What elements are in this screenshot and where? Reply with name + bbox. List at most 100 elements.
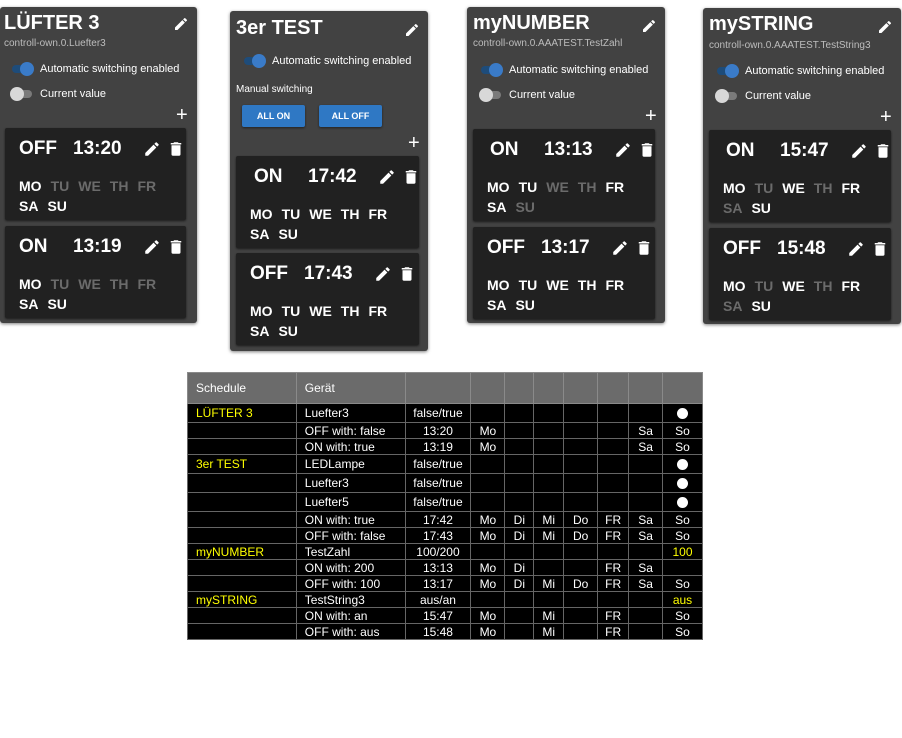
card-subtitle: controll-own.0.AAATEST.TestString3: [709, 40, 871, 51]
table-row: ON with: 200 13:13 Mo Di FR Sa: [187, 559, 703, 576]
status-dot-icon: [677, 478, 689, 490]
event-state: ON: [490, 139, 519, 160]
weekday-th: TH: [109, 276, 129, 292]
delete-trash-icon[interactable]: [871, 240, 889, 258]
weekdays: MO TU WE TH FR SA SU: [723, 178, 881, 218]
weekday-mo: MO: [723, 180, 746, 196]
current-value-toggle[interactable]: [479, 88, 503, 102]
weekday-sa: SA: [250, 226, 270, 242]
add-event-icon[interactable]: +: [176, 105, 188, 125]
auto-switching-row: Automatic switching enabled: [242, 54, 411, 68]
weekday-tu: TU: [50, 276, 70, 292]
event-time: 17:42: [308, 166, 357, 187]
event-card: ON 15:47 MO TU WE TH FR SA SU: [709, 130, 891, 222]
table-cell: [563, 492, 599, 512]
edit-pencil-icon[interactable]: [143, 140, 161, 158]
table-cell: [533, 559, 565, 576]
weekday-fr: FR: [137, 178, 157, 194]
table-cell: [563, 559, 599, 576]
edit-pencil-icon[interactable]: [378, 168, 396, 186]
table-cell: [504, 422, 535, 439]
weekday-tu: TU: [281, 303, 301, 319]
weekdays: MO TU WE TH FR SA SU: [723, 276, 881, 316]
edit-pencil-icon[interactable]: [611, 239, 629, 257]
weekday-mo: MO: [487, 277, 510, 293]
table-cell: Sa: [628, 559, 664, 576]
table-cell: [504, 623, 535, 640]
delete-trash-icon[interactable]: [167, 238, 185, 256]
table-row: ON with: an 15:47 Mo Mi FR So: [187, 607, 703, 624]
weekday-sa: SA: [487, 297, 507, 313]
delete-trash-icon[interactable]: [874, 142, 892, 160]
weekday-sa: SA: [723, 200, 743, 216]
table-cell: Sa: [628, 511, 664, 528]
auto-switching-toggle[interactable]: [479, 63, 503, 77]
weekdays: MO TU WE TH FR SA SU: [19, 176, 176, 216]
table-cell: 15:47: [404, 607, 472, 624]
table-cell: Mo: [470, 438, 506, 455]
edit-pencil-icon[interactable]: [374, 265, 392, 283]
table-cell: Do: [563, 527, 599, 544]
add-event-icon[interactable]: +: [645, 106, 657, 126]
table-cell: [563, 403, 599, 423]
table-row: Luefter3 false/true: [187, 473, 703, 493]
table-cell: FR: [597, 527, 630, 544]
header-cell: [470, 372, 506, 404]
device-cell: OFF with: false: [295, 527, 406, 544]
current-value-toggle[interactable]: [715, 89, 739, 103]
edit-pencil-icon[interactable]: [877, 19, 893, 35]
edit-pencil-icon[interactable]: [850, 142, 868, 160]
current-value-row: Current value: [479, 88, 575, 102]
delete-trash-icon[interactable]: [402, 168, 420, 186]
auto-switching-toggle[interactable]: [242, 54, 266, 68]
edit-pencil-icon[interactable]: [143, 238, 161, 256]
weekday-tu: TU: [518, 277, 538, 293]
table-cell: Mo: [470, 422, 506, 439]
table-cell: [597, 492, 630, 512]
table-cell: [504, 543, 535, 560]
delete-trash-icon[interactable]: [635, 239, 653, 257]
weekday-su: SU: [47, 296, 67, 312]
current-value-toggle[interactable]: [10, 87, 34, 101]
edit-pencil-icon[interactable]: [173, 16, 189, 32]
edit-pencil-icon[interactable]: [614, 141, 632, 159]
table-cell: Mo: [470, 511, 506, 528]
weekday-mo: MO: [723, 278, 746, 294]
header-cell: [597, 372, 630, 404]
current-value-label: Current value: [40, 88, 107, 100]
table-cell: 100/200: [404, 543, 472, 560]
device-cell: OFF with: 100: [295, 575, 406, 592]
add-event-icon[interactable]: +: [408, 133, 420, 153]
table-cell: [470, 543, 506, 560]
table-cell: false/true: [404, 454, 472, 474]
schedule-card-mystring: mySTRING controll-own.0.AAATEST.TestStri…: [703, 8, 901, 324]
table-cell: So: [662, 438, 703, 455]
table-cell: [662, 492, 703, 512]
table-cell: [597, 543, 630, 560]
edit-pencil-icon[interactable]: [404, 22, 420, 38]
auto-switching-toggle[interactable]: [10, 62, 34, 76]
all-on-button[interactable]: ALL ON: [242, 105, 305, 127]
header-cell: [628, 372, 664, 404]
table-cell: [470, 454, 506, 474]
event-state: ON: [726, 140, 755, 161]
weekday-th: TH: [109, 178, 129, 194]
event-card: OFF 13:17 MO TU WE TH FR SA SU: [473, 227, 655, 319]
weekday-su: SU: [751, 200, 771, 216]
weekday-fr: FR: [605, 277, 625, 293]
card-title: LÜFTER 3: [4, 12, 100, 34]
header-cell: [662, 372, 703, 404]
all-off-button[interactable]: ALL OFF: [319, 105, 382, 127]
delete-trash-icon[interactable]: [638, 141, 656, 159]
table-cell: [662, 559, 703, 576]
table-row: ON with: true 13:19 Mo Sa So: [187, 438, 703, 455]
table-cell: 15:48: [404, 623, 472, 640]
weekday-mo: MO: [487, 179, 510, 195]
edit-pencil-icon[interactable]: [641, 18, 657, 34]
edit-pencil-icon[interactable]: [847, 240, 865, 258]
delete-trash-icon[interactable]: [167, 140, 185, 158]
delete-trash-icon[interactable]: [398, 265, 416, 283]
add-event-icon[interactable]: +: [880, 107, 892, 127]
header-cell: [504, 372, 535, 404]
auto-switching-toggle[interactable]: [715, 64, 739, 78]
